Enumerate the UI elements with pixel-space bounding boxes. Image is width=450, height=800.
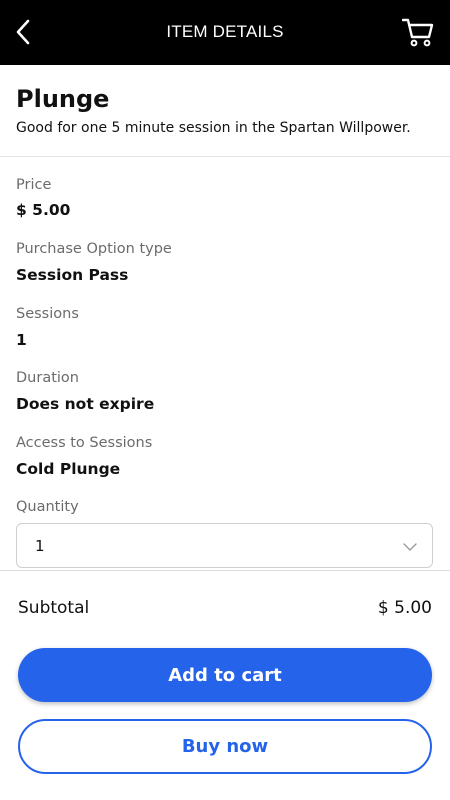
purchase-option-label: Purchase Option type (16, 241, 172, 257)
price-label: Price (16, 177, 52, 193)
price-value: $ 5.00 (16, 201, 71, 219)
item-header: Plunge Good for one 5 minute session in … (0, 65, 450, 157)
subtotal-label: Subtotal (18, 598, 90, 618)
item-title: Plunge (16, 85, 110, 113)
duration-value: Does not expire (16, 395, 155, 413)
subtotal-value: $ 5.00 (377, 598, 432, 618)
quantity-label: Quantity (16, 499, 79, 515)
item-description: Good for one 5 minute session in the Spa… (16, 120, 411, 136)
page-title: ITEM DETAILS (166, 22, 284, 41)
duration-label: Duration (16, 370, 79, 386)
chevron-down-icon (403, 543, 417, 551)
sessions-value: 1 (16, 331, 27, 349)
purchase-option-value: Session Pass (16, 266, 129, 284)
quantity-select[interactable]: 1 (16, 523, 433, 568)
access-value: Cold Plunge (16, 460, 121, 478)
divider (0, 570, 450, 571)
top-bar: ITEM DETAILS (0, 0, 450, 65)
cart-icon (402, 18, 434, 47)
buy-now-button[interactable]: Buy now (18, 719, 432, 774)
cart-button[interactable] (400, 14, 436, 50)
sessions-label: Sessions (16, 306, 79, 322)
quantity-value: 1 (35, 537, 45, 555)
add-to-cart-button[interactable]: Add to cart (18, 648, 432, 702)
access-label: Access to Sessions (16, 435, 153, 451)
